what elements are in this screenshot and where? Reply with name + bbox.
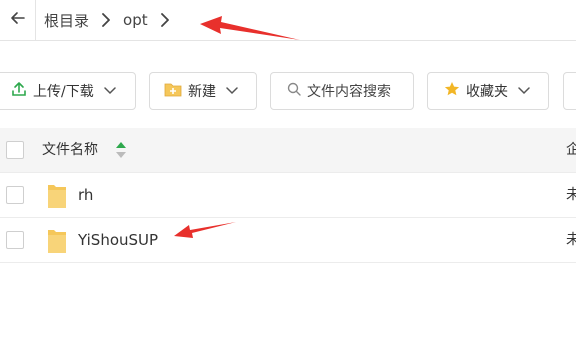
content-search-input[interactable]: 文件内容搜索 (270, 72, 414, 110)
file-name[interactable]: YiShouSUP (78, 218, 158, 262)
breadcrumb-item-root[interactable]: 根目录 (44, 10, 89, 31)
search-placeholder: 文件内容搜索 (307, 84, 391, 100)
toolbar: 上传/下载 新建 文件内容搜索 收藏夹 (0, 72, 576, 112)
chevron-right-icon (101, 13, 111, 27)
table-row[interactable]: YiShouSUP 未 (0, 218, 576, 263)
row-partial-cell: 未 (566, 187, 576, 203)
chevron-down-icon (103, 87, 116, 95)
row-checkbox[interactable] (6, 186, 24, 204)
favorites-label: 收藏夹 (466, 84, 508, 100)
back-button[interactable] (0, 0, 36, 40)
folder-icon (46, 182, 68, 214)
column-header-partial[interactable]: 企 (566, 128, 576, 172)
sort-icon[interactable] (115, 141, 127, 159)
star-icon (444, 81, 460, 101)
row-partial-cell: 未 (566, 232, 576, 248)
breadcrumb: 根目录 opt (44, 0, 182, 40)
column-header-name[interactable]: 文件名称 (42, 128, 98, 172)
file-table: 文件名称 企 rh 未 YiShouSUP 未 (0, 128, 576, 263)
search-icon (287, 82, 301, 100)
more-toolbar-button[interactable] (563, 72, 576, 110)
new-folder-icon (164, 81, 182, 101)
upload-icon (11, 81, 27, 101)
new-label: 新建 (188, 84, 216, 100)
folder-icon (46, 227, 68, 259)
breadcrumb-bar: 根目录 opt (0, 0, 576, 41)
file-name[interactable]: rh (78, 173, 93, 217)
table-row[interactable]: rh 未 (0, 173, 576, 218)
chevron-down-icon (226, 87, 238, 95)
select-all-checkbox[interactable] (6, 141, 24, 159)
upload-download-label: 上传/下载 (33, 84, 94, 100)
chevron-down-icon (518, 87, 530, 95)
table-header: 文件名称 企 (0, 128, 576, 173)
upload-download-button[interactable]: 上传/下载 (0, 72, 136, 110)
chevron-right-icon[interactable] (160, 13, 170, 27)
breadcrumb-item-opt[interactable]: opt (123, 11, 148, 29)
new-button[interactable]: 新建 (149, 72, 257, 110)
row-checkbox[interactable] (6, 231, 24, 249)
back-arrow-icon (10, 10, 26, 30)
favorites-button[interactable]: 收藏夹 (427, 72, 549, 110)
